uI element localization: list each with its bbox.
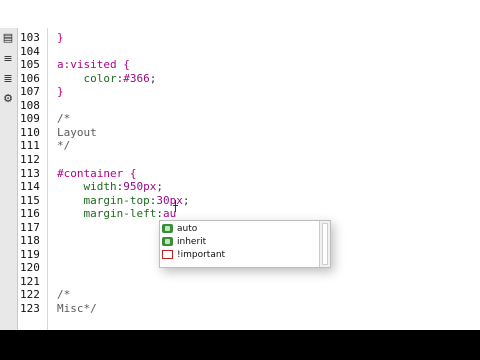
format-icon[interactable]: ▤: [1, 30, 15, 44]
code-editor-screen: ▤ ≡ ≣ ⚙ 103} 104 105 a:visited {106 color:#…: [0, 0, 480, 330]
code-line[interactable]: Misc*/: [57, 302, 97, 315]
code-line[interactable]: */: [57, 139, 70, 152]
text-cursor-icon: [173, 200, 179, 213]
code-line[interactable]: #container {: [57, 167, 136, 180]
code-token: ;: [156, 180, 163, 193]
code-token: width: [83, 180, 117, 193]
autocomplete-item-label: inherit: [177, 236, 207, 247]
autocomplete-item-inherit[interactable]: inherit: [162, 235, 206, 248]
code-line[interactable]: margin-left:au: [57, 207, 177, 220]
code-token: color: [83, 72, 117, 85]
autocomplete-item-label: !important: [177, 249, 226, 260]
code-line[interactable]: a:visited {: [57, 58, 130, 71]
line-number: 104: [20, 45, 40, 58]
line-number: 105: [20, 58, 40, 71]
line-number: 123: [20, 302, 40, 315]
autocomplete-popup: auto inherit !important: [159, 220, 331, 268]
code-token: }: [57, 85, 64, 98]
code-token: :: [156, 207, 163, 220]
code-line[interactable]: }: [57, 85, 64, 98]
code-token: a:visited {: [57, 58, 130, 71]
autocomplete-item-label: auto: [177, 223, 198, 234]
code-line[interactable]: color:#366;: [57, 72, 157, 85]
code-line[interactable]: /*: [57, 288, 70, 301]
line-number: 108: [20, 99, 40, 112]
value-icon: [162, 224, 173, 233]
code-line[interactable]: /*: [57, 112, 70, 125]
settings-icon[interactable]: ⚙: [1, 91, 15, 105]
line-number: 116: [20, 207, 40, 220]
outdent-icon[interactable]: ≣: [1, 71, 15, 85]
code-line[interactable]: width:950px;: [57, 180, 164, 193]
autocomplete-item-important[interactable]: !important: [162, 248, 225, 261]
code-token: margin-top: [83, 194, 150, 207]
code-token: Layout: [57, 126, 97, 139]
code-token: #container {: [57, 167, 137, 180]
line-number: 115: [20, 194, 40, 207]
line-number: 118: [20, 234, 40, 247]
line-number: 121: [20, 275, 40, 288]
line-number: 119: [20, 248, 40, 261]
editor-toolbar: ▤ ≡ ≣ ⚙: [0, 28, 18, 330]
indent-icon[interactable]: ≡: [1, 51, 15, 65]
code-token: #366: [123, 72, 150, 85]
value-icon: [162, 237, 173, 246]
autocomplete-item-auto[interactable]: auto: [162, 222, 197, 235]
line-number: 106: [20, 72, 40, 85]
code-token: Misc*/: [57, 302, 97, 315]
line-number: 120: [20, 261, 40, 274]
code-token: margin-left: [83, 207, 157, 220]
line-number: 117: [20, 221, 40, 234]
autocomplete-scrollbar-thumb[interactable]: [322, 223, 328, 265]
code-line[interactable]: margin-top:30px;: [57, 194, 190, 207]
important-icon: [162, 250, 173, 259]
code-token: }: [57, 31, 64, 44]
line-number: 107: [20, 85, 40, 98]
code-token: /*: [57, 112, 71, 125]
line-number: 109: [20, 112, 40, 125]
code-line[interactable]: Layout: [57, 126, 97, 139]
code-token: 950px: [123, 180, 157, 193]
line-number: 112: [20, 153, 40, 166]
line-number: 103: [20, 31, 40, 44]
code-line[interactable]: }: [57, 31, 64, 44]
code-token: */: [57, 139, 71, 152]
line-number: 122: [20, 288, 40, 301]
line-number: 111: [20, 139, 40, 152]
line-number: 113: [20, 167, 40, 180]
code-token: /*: [57, 288, 71, 301]
autocomplete-scrollbar[interactable]: [319, 221, 330, 267]
line-number: 110: [20, 126, 40, 139]
line-number: 114: [20, 180, 40, 193]
code-token: ;: [182, 194, 190, 207]
code-token: ;: [149, 72, 157, 85]
